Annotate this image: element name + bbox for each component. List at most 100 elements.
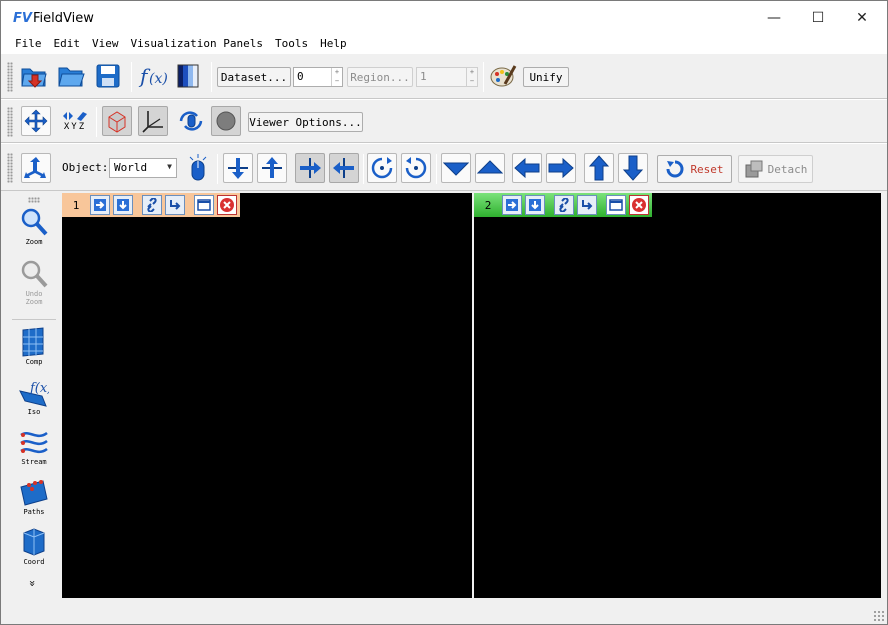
viewport-2[interactable]: 2 bbox=[474, 193, 881, 598]
axis-arrow-right-icon bbox=[300, 158, 321, 178]
viewport-import-button[interactable] bbox=[90, 195, 110, 215]
minimize-button[interactable]: — bbox=[751, 1, 797, 35]
menu-tools[interactable]: Tools bbox=[269, 35, 314, 53]
object-value: World bbox=[114, 161, 148, 174]
window-maximize-icon bbox=[197, 199, 211, 211]
export-down-icon bbox=[529, 199, 541, 211]
computational-surface-icon bbox=[22, 327, 44, 357]
viewport-export-button[interactable] bbox=[525, 195, 545, 215]
maximize-button[interactable]: ☐ bbox=[795, 1, 841, 35]
colormap-button[interactable] bbox=[174, 61, 204, 91]
title-bar: FV FieldView — ☐ ✕ bbox=[1, 1, 887, 35]
palette-button[interactable] bbox=[488, 61, 518, 91]
rotate-cw-button[interactable] bbox=[367, 153, 397, 183]
sidebar-tool-paths[interactable]: Paths bbox=[6, 477, 62, 525]
viewport-maximize-button[interactable] bbox=[194, 195, 214, 215]
axis-arrow-down-icon bbox=[228, 158, 248, 179]
open-file-button[interactable] bbox=[56, 61, 86, 91]
sidebar-tool-comp[interactable]: Comp bbox=[6, 327, 62, 375]
translate-right-button[interactable] bbox=[295, 153, 325, 183]
floppy-disk-icon bbox=[96, 64, 120, 88]
translate-up-button[interactable] bbox=[257, 153, 287, 183]
region-button[interactable]: Region... bbox=[347, 67, 413, 87]
menu-view[interactable]: View bbox=[86, 35, 125, 53]
translate-down-button[interactable] bbox=[223, 153, 253, 183]
resize-grip-icon[interactable] bbox=[873, 610, 884, 621]
sidebar-grip[interactable] bbox=[28, 197, 40, 203]
sync-arrow-icon bbox=[582, 200, 593, 210]
close-circle-icon bbox=[220, 198, 234, 212]
dataset-button[interactable]: Dataset... bbox=[217, 67, 291, 87]
xyz-axes-button[interactable]: XYZ bbox=[59, 106, 91, 136]
sidebar-tool-coord[interactable]: Coord bbox=[6, 527, 62, 575]
toolbar-grip[interactable] bbox=[7, 153, 13, 183]
transform-arrows-icon bbox=[24, 157, 46, 178]
menu-file[interactable]: File bbox=[9, 35, 48, 53]
toolbar-grip[interactable] bbox=[7, 62, 13, 92]
pan-right-button[interactable] bbox=[546, 153, 576, 183]
viewport-sync-button[interactable] bbox=[577, 195, 597, 215]
sidebar-tool-undo-zoom[interactable]: Undo Zoom bbox=[6, 259, 62, 307]
transform-mode-button[interactable] bbox=[21, 153, 51, 183]
viewport-import-button[interactable] bbox=[502, 195, 522, 215]
viewport-link-button[interactable] bbox=[554, 195, 574, 215]
unify-button[interactable]: Unify bbox=[523, 67, 569, 87]
spin-arrows-icon[interactable]: + − bbox=[466, 68, 477, 86]
arrow-left-icon bbox=[514, 157, 540, 179]
viewport-close-button[interactable] bbox=[629, 195, 649, 215]
viewport-sync-button[interactable] bbox=[165, 195, 185, 215]
pan-up-button[interactable] bbox=[475, 153, 505, 183]
zoom-in-arrow-button[interactable] bbox=[584, 153, 614, 183]
sphere-button[interactable] bbox=[211, 106, 241, 136]
main-window: FV FieldView — ☐ ✕ File Edit View Visual… bbox=[0, 0, 888, 625]
palette-brush-icon bbox=[490, 65, 517, 87]
region-spinbox[interactable]: 1 + − bbox=[416, 67, 478, 87]
mouse-mode-button[interactable] bbox=[183, 153, 213, 183]
link-chain-icon bbox=[559, 198, 569, 212]
viewer-options-button[interactable]: Viewer Options... bbox=[248, 112, 363, 132]
function-button[interactable]: f (x) bbox=[138, 61, 168, 91]
menu-help[interactable]: Help bbox=[314, 35, 353, 53]
dataset-spinbox[interactable]: 0 + − bbox=[293, 67, 343, 87]
viewport-link-button[interactable] bbox=[142, 195, 162, 215]
menu-edit[interactable]: Edit bbox=[48, 35, 87, 53]
viewport-maximize-button[interactable] bbox=[606, 195, 626, 215]
streamlines-icon bbox=[20, 431, 48, 454]
reset-button[interactable]: Reset bbox=[657, 155, 732, 183]
sidebar-tool-label: Coord bbox=[23, 558, 45, 566]
toolbar-separator bbox=[96, 107, 97, 137]
app-logo: FV bbox=[13, 11, 32, 26]
viewport-number: 1 bbox=[72, 198, 80, 212]
viewport-1[interactable]: 1 bbox=[62, 193, 472, 598]
viewport-close-button[interactable] bbox=[217, 195, 237, 215]
spin-arrows-icon[interactable]: + − bbox=[331, 68, 342, 86]
sidebar-tool-stream[interactable]: Stream bbox=[6, 427, 62, 475]
menu-visualization-panels[interactable]: Visualization Panels bbox=[125, 35, 269, 53]
open-dataset-button[interactable] bbox=[19, 61, 49, 91]
sidebar-tool-label: Iso bbox=[27, 408, 41, 416]
pan-down-button[interactable] bbox=[441, 153, 471, 183]
toolbar-separator bbox=[217, 154, 218, 184]
arrow-down-icon bbox=[622, 155, 644, 181]
viewport-export-button[interactable] bbox=[113, 195, 133, 215]
translate-left-button[interactable] bbox=[329, 153, 359, 183]
rotate-ccw-button[interactable] bbox=[401, 153, 431, 183]
outline-box-button[interactable] bbox=[102, 106, 132, 136]
sidebar-more-icon[interactable]: » bbox=[26, 580, 39, 587]
close-icon: ✕ bbox=[856, 10, 868, 26]
toolbar-grip[interactable] bbox=[7, 107, 13, 137]
close-button[interactable]: ✕ bbox=[839, 1, 885, 35]
save-button[interactable] bbox=[93, 61, 123, 91]
pan-left-button[interactable] bbox=[512, 153, 542, 183]
object-combo[interactable]: World ▼ bbox=[109, 158, 177, 178]
detach-button[interactable]: Detach bbox=[738, 155, 813, 183]
sidebar-tool-label: Stream bbox=[21, 458, 47, 466]
magnifier-zoom-icon bbox=[21, 208, 48, 236]
move-view-button[interactable] bbox=[21, 106, 51, 136]
sidebar-tool-zoom[interactable]: Zoom bbox=[6, 207, 62, 255]
rotate-mouse-button[interactable] bbox=[176, 106, 206, 136]
zoom-out-arrow-button[interactable] bbox=[618, 153, 648, 183]
axis-triad-button[interactable] bbox=[138, 106, 168, 136]
axis-arrows-icon bbox=[63, 112, 87, 121]
sidebar-tool-iso[interactable]: f(x) Iso bbox=[6, 377, 62, 425]
